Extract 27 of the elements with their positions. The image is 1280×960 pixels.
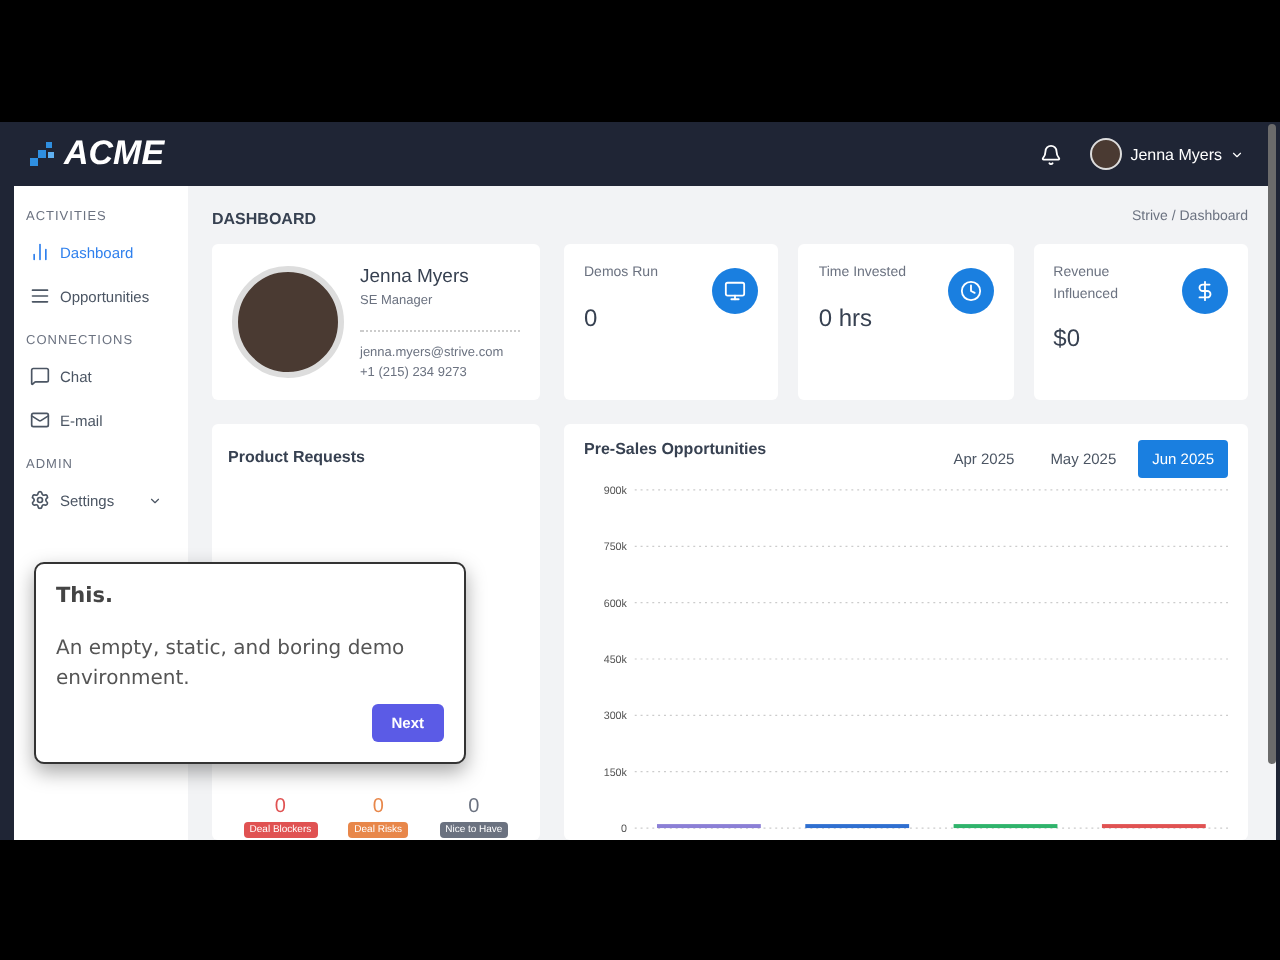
- speech-bubble-icon: [30, 366, 50, 386]
- dollar-icon: [1181, 268, 1228, 314]
- bar-chart-icon: [30, 242, 50, 262]
- stat-value: 0: [584, 303, 600, 331]
- notification-bell-icon[interactable]: [1040, 143, 1063, 165]
- monitor-icon: [712, 268, 759, 314]
- count-value: 0: [274, 796, 286, 818]
- avatar-icon: [1090, 138, 1123, 170]
- logo-text: ACME: [64, 134, 165, 174]
- settings-icon: [30, 490, 50, 510]
- logo-icon: [30, 142, 58, 166]
- clock-icon: [947, 268, 994, 314]
- card-title: Product Requests: [228, 448, 367, 466]
- count-value: 0: [468, 796, 480, 818]
- card-title: Pre-Sales Opportunities: [584, 440, 767, 458]
- profile-name: Jenna Myers: [360, 265, 471, 287]
- popup-title: This.: [56, 584, 115, 608]
- stat-value: $0: [1053, 324, 1083, 352]
- popup-text: An empty, static, and boring demo environment.: [56, 636, 407, 693]
- caret-icon: [1230, 147, 1244, 161]
- count-value: 0: [372, 796, 384, 818]
- envelope-icon: [30, 410, 50, 430]
- page-title: DASHBOARD: [212, 210, 316, 228]
- user-menu[interactable]: Jenna Myers: [1090, 138, 1244, 170]
- scrollbar[interactable]: [1268, 124, 1276, 764]
- list-icon: [30, 286, 50, 306]
- stat-value: 0 hrs: [818, 303, 875, 331]
